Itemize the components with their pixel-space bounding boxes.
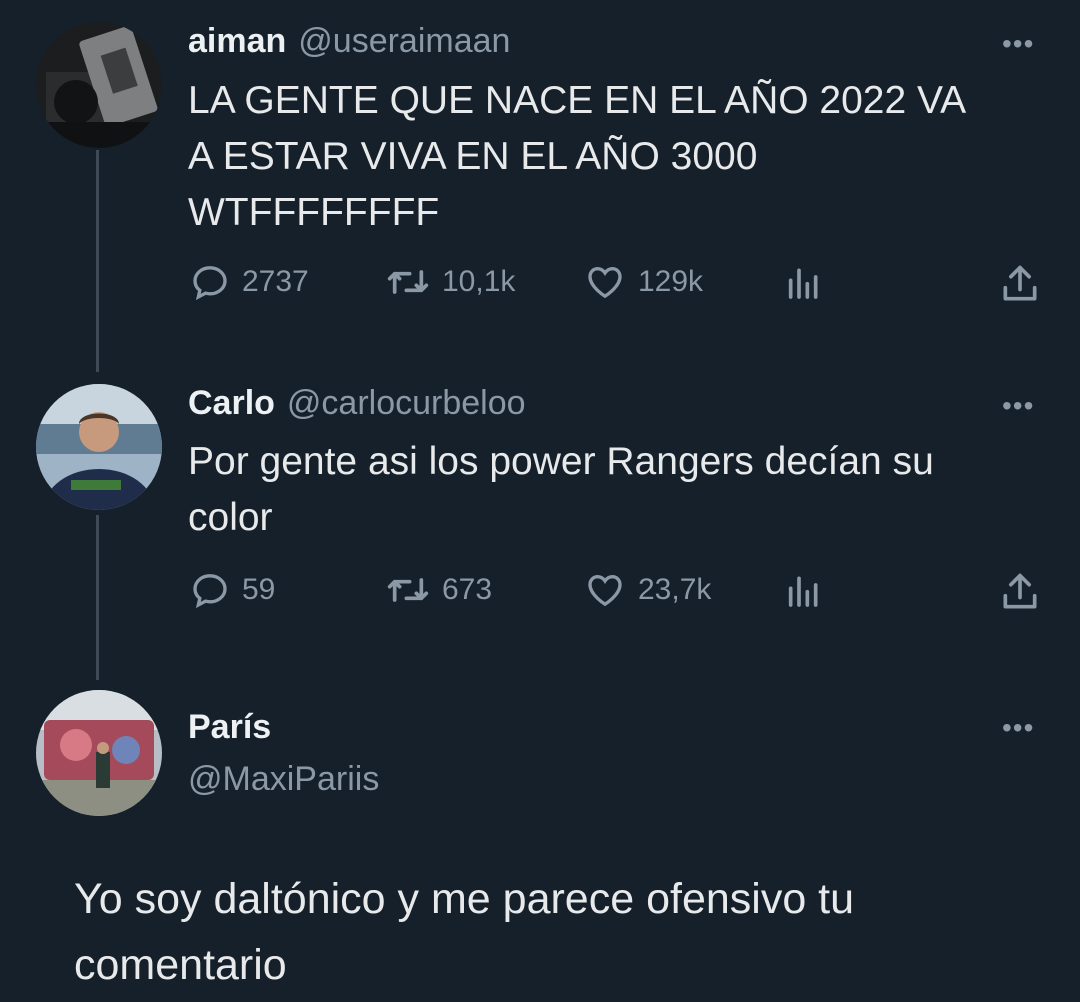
- reply-button[interactable]: 2737: [190, 262, 309, 302]
- tweet-text: LA GENTE QUE NACE EN EL AÑO 2022 VA A ES…: [188, 73, 966, 241]
- tweet-text-line: color: [188, 496, 273, 539]
- reply-button[interactable]: 59: [190, 570, 275, 610]
- heart-icon: [588, 574, 622, 607]
- retweet-count: 10,1k: [442, 265, 516, 298]
- thread-line: [96, 515, 99, 680]
- analytics-icon: [788, 576, 818, 607]
- retweet-count: 673: [442, 573, 493, 606]
- tweet-text-line: A ESTAR VIVA EN EL AÑO 3000: [188, 135, 758, 178]
- like-count: 129k: [638, 265, 704, 298]
- views-button[interactable]: [784, 570, 824, 610]
- author-handle[interactable]: @MaxiPariis: [188, 760, 379, 799]
- heart-icon: [588, 266, 622, 299]
- views-button[interactable]: [784, 262, 824, 302]
- retweet-icon: [387, 270, 429, 294]
- analytics-icon: [788, 268, 818, 299]
- reply-count: 59: [242, 573, 276, 606]
- share-button[interactable]: [998, 570, 1042, 614]
- retweet-button[interactable]: 10,1k: [386, 262, 515, 302]
- share-icon: [1003, 573, 1037, 609]
- author-handle[interactable]: @useraimaan: [298, 22, 510, 61]
- more-options-icon[interactable]: •••: [1002, 712, 1034, 744]
- author-name[interactable]: aiman: [188, 22, 286, 61]
- tweet-text-line: LA GENTE QUE NACE EN EL AÑO 2022 VA: [188, 79, 967, 122]
- retweet-icon: [387, 578, 429, 602]
- share-button[interactable]: [998, 262, 1042, 306]
- like-button[interactable]: 23,7k: [584, 570, 711, 610]
- more-options-icon[interactable]: •••: [1002, 28, 1034, 60]
- share-icon: [1003, 265, 1037, 301]
- like-button[interactable]: 129k: [584, 262, 703, 302]
- author-handle[interactable]: @carlocurbeloo: [287, 384, 526, 423]
- retweet-button[interactable]: 673: [386, 570, 492, 610]
- reply-icon: [193, 574, 227, 609]
- avatar[interactable]: [36, 690, 162, 816]
- tweet-text: Por gente asi los power Rangers decían s…: [188, 434, 934, 546]
- author-name[interactable]: Carlo: [188, 384, 275, 423]
- reply-count: 2737: [242, 265, 309, 298]
- tweet-text-line: comentario: [74, 941, 287, 989]
- thread-line: [96, 150, 99, 372]
- tweet-text-line: WTFFFFFFFF: [188, 191, 440, 234]
- more-options-icon[interactable]: •••: [1002, 390, 1034, 422]
- avatar[interactable]: [36, 22, 162, 148]
- avatar[interactable]: [36, 384, 162, 510]
- tweet-text-line: Yo soy daltónico y me parece ofensivo tu: [74, 875, 855, 923]
- tweet-text: Yo soy daltónico y me parece ofensivo tu…: [74, 866, 854, 998]
- tweet-text-line: Por gente asi los power Rangers decían s…: [188, 440, 934, 483]
- author-name[interactable]: París: [188, 708, 271, 747]
- reply-icon: [193, 266, 227, 301]
- like-count: 23,7k: [638, 573, 712, 606]
